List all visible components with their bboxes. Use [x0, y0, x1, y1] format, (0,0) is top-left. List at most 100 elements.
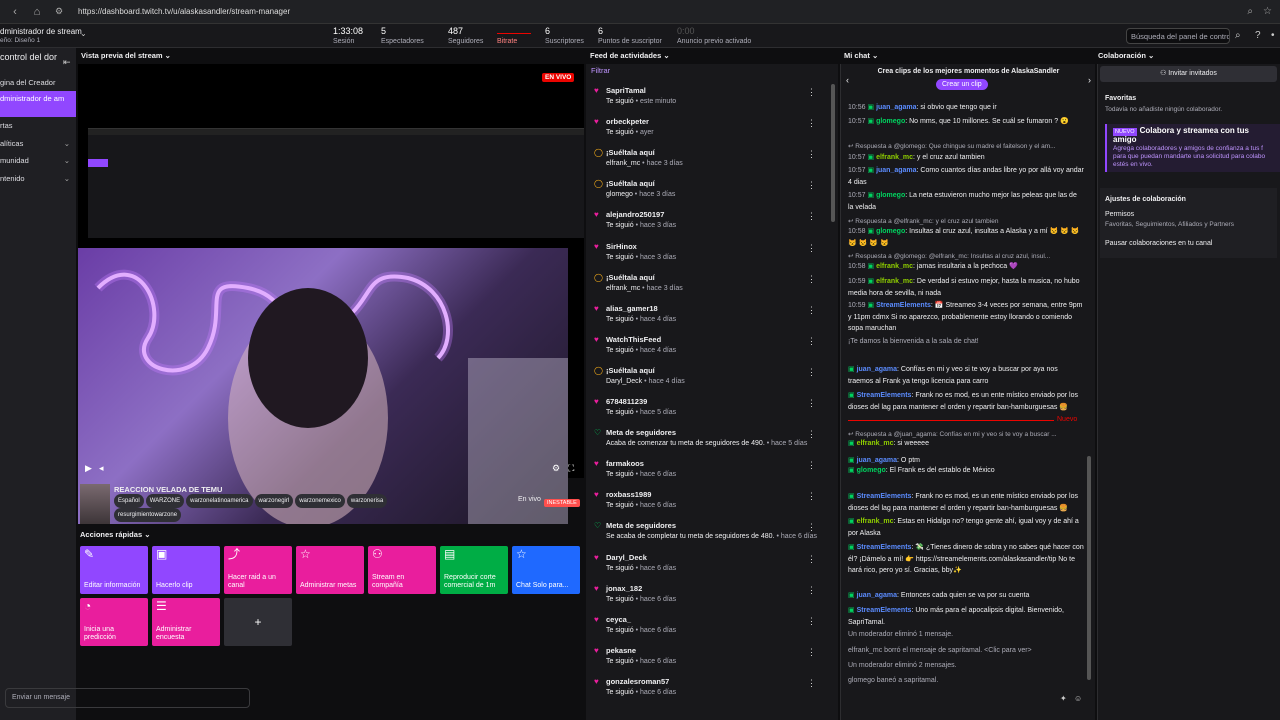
collapse-icon[interactable]: ⇤	[63, 57, 71, 68]
sidebar-item-content[interactable]: ntenido ⌄	[0, 172, 76, 186]
tag[interactable]: warzonelatinoamerica	[186, 494, 253, 508]
more-options-icon[interactable]: ⋮	[807, 274, 816, 285]
bookmark-icon[interactable]: ☆	[1263, 6, 1272, 17]
feed-item[interactable]: ♡ Meta de seguidores Se acaba de completar…	[586, 517, 822, 548]
quick-action-button[interactable]: ▤ Reproducir corte comercial de 1m	[440, 546, 508, 594]
more-options-icon[interactable]: ⋮	[807, 243, 816, 254]
feed-item[interactable]: ♥ jonax_182 Te siguió • hace 6 días ⋮	[586, 580, 822, 611]
chat-username[interactable]: elfrank_mc	[857, 518, 894, 525]
feed-item[interactable]: ◯ ¡Suéltala aquí Daryl_Deck • hace 4 días ⋮	[586, 362, 822, 393]
next-icon[interactable]: ›	[1088, 75, 1091, 85]
tag[interactable]: resurgimientowarzone	[114, 508, 182, 522]
chat-username[interactable]: juan_agama	[857, 592, 897, 599]
more-options-icon[interactable]: ⋮	[807, 87, 816, 98]
filter-link[interactable]: Filtrar	[591, 66, 610, 75]
feed-panel-header[interactable]: Feed de actividades ⌄	[590, 48, 670, 64]
chat-username[interactable]: glomego	[876, 118, 905, 125]
dashboard-search-input[interactable]: Búsqueda del panel de contro	[1126, 28, 1230, 44]
feed-item[interactable]: ♥ gonzalesroman57 Te siguió • hace 6 días ⋮	[586, 673, 822, 704]
feed-item[interactable]: ♥ Daryl_Deck Te siguió • hace 6 días ⋮	[586, 549, 822, 580]
more-options-icon[interactable]: ⋮	[807, 336, 816, 347]
chat-message[interactable]: ▣ juan_agama: Confías en mi y veo si te …	[848, 364, 1084, 387]
chat-username[interactable]: juan_agama	[876, 167, 916, 174]
chat-panel-header[interactable]: Mi chat ⌄	[844, 48, 878, 64]
collab-panel-header[interactable]: Colaboración ⌄	[1098, 48, 1154, 64]
prev-icon[interactable]: ‹	[846, 75, 849, 85]
feed-item[interactable]: ♥ roxbass1989 Te siguió • hace 6 días ⋮	[586, 486, 822, 517]
tag[interactable]: warzonemexico	[295, 494, 345, 508]
chat-username[interactable]: StreamElements	[857, 607, 912, 614]
sidebar-item-analytics[interactable]: alíticas ⌄	[0, 137, 76, 151]
more-options-icon[interactable]: ⋮	[807, 305, 816, 316]
quick-action-button[interactable]: ⚇ Stream en compañía	[368, 546, 436, 594]
settings-icon[interactable]: ⚙	[552, 463, 560, 474]
more-options-icon[interactable]: ⋮	[807, 522, 816, 533]
feed-item[interactable]: ◯ ¡Suéltala aquí elfrank_mc • hace 3 días ⋮	[586, 269, 822, 300]
feed-item[interactable]: ◯ ¡Suéltala aquí elfrank_mc • hace 3 días ⋮	[586, 144, 822, 175]
feed-item[interactable]: ♥ pekasne Te siguió • hace 6 días ⋮	[586, 642, 822, 673]
chat-message[interactable]: 10:57 ▣ glomego: No mms, que 10 millones…	[848, 116, 1084, 128]
chat-username[interactable]: elfrank_mc	[876, 263, 913, 270]
more-options-icon[interactable]: ⋮	[807, 180, 816, 191]
home-icon[interactable]: ⌂	[30, 6, 44, 18]
chat-message[interactable]: 10:57 ▣ glomego: La neta estuvieron much…	[848, 190, 1084, 213]
tag[interactable]: warzonegirl	[254, 494, 294, 508]
chat-message[interactable]: ▣ elfrank_mc: Estas en Hidalgo no? tengo…	[848, 516, 1084, 539]
chat-message[interactable]: ▣ glomego: El Frank es del establo de Mé…	[848, 465, 1084, 477]
more-options-icon[interactable]: ⋮	[807, 678, 816, 689]
feed-item[interactable]: ◯ ¡Suéltala aquí glomego • hace 3 días ⋮	[586, 175, 822, 206]
permissions-title[interactable]: Permisos	[1105, 211, 1134, 218]
chat-message[interactable]: ▣ StreamElements: 💸 ¿Tienes dinero de so…	[848, 542, 1084, 577]
chat-message[interactable]: 10:58 ▣ glomego: Insultas al cruz azul, …	[848, 226, 1084, 249]
more-options-icon[interactable]: ⋮	[807, 554, 816, 565]
create-clip-button[interactable]: Crear un clip	[936, 79, 988, 90]
search-icon[interactable]: ⌕	[1235, 30, 1241, 41]
preview-panel-header[interactable]: Vista previa del stream ⌄	[81, 48, 171, 64]
quick-action-button[interactable]: ☰ Administrar encuesta	[152, 598, 220, 646]
chat-username[interactable]: StreamElements	[857, 392, 912, 399]
chat-message[interactable]: 10:59 ▣ elfrank_mc: De verdad si estuvo …	[848, 276, 1084, 299]
feed-item[interactable]: ♥ 6784811239 Te siguió • hace 5 días ⋮	[586, 393, 822, 424]
quick-action-button[interactable]: ☆ Chat Solo para...	[512, 546, 580, 594]
chat-message[interactable]: 10:57 ▣ elfrank_mc: y el cruz azul tambi…	[848, 152, 1084, 164]
site-info-icon[interactable]: ⚙	[52, 6, 66, 17]
chat-username[interactable]: elfrank_mc	[876, 278, 913, 285]
chat-message[interactable]: ▣ juan_agama: Entonces cada quien se va …	[848, 590, 1084, 602]
more-options-icon[interactable]: ⋮	[807, 460, 816, 471]
bits-icon[interactable]: ✦	[1060, 694, 1067, 703]
tag[interactable]: Español	[114, 494, 144, 508]
chat-username[interactable]: glomego	[876, 228, 905, 235]
feed-scrollbar[interactable]	[831, 84, 835, 222]
chat-username[interactable]: elfrank_mc	[857, 440, 894, 447]
chat-message[interactable]: ▣ StreamElements: Frank no es mod, es un…	[848, 491, 1084, 514]
chat-message[interactable]: ▣ StreamElements: Frank no es mod, es un…	[848, 390, 1084, 413]
feed-item[interactable]: ♥ alias_gamer18 Te siguió • hace 4 días ⋮	[586, 300, 822, 331]
more-options-icon[interactable]: ⋮	[807, 211, 816, 222]
tag[interactable]: WARZONE	[145, 494, 185, 508]
quick-actions-header[interactable]: Acciones rápidas ⌄	[80, 530, 151, 539]
back-icon[interactable]: ‹	[8, 6, 22, 18]
invite-guests-button[interactable]: ⚇ Invitar invitados	[1100, 66, 1277, 82]
tag[interactable]: warzonerisa	[346, 494, 388, 508]
chat-input[interactable]: Enviar un mensaje	[5, 688, 250, 708]
more-options-icon[interactable]: ⋮	[807, 616, 816, 627]
more-options-icon[interactable]: ⋮	[807, 398, 816, 409]
url-field[interactable]: https://dashboard.twitch.tv/u/alaskasand…	[78, 7, 290, 16]
feed-item[interactable]: ♥ alejandro250197 Te siguió • hace 3 días ⋮	[586, 206, 822, 237]
chat-message[interactable]: 10:58 ▣ elfrank_mc: jamas insultaria a l…	[848, 261, 1084, 273]
sidebar-item-alerts[interactable]: rtas	[0, 119, 76, 133]
chat-username[interactable]: StreamElements	[876, 302, 931, 309]
chat-message[interactable]: ▣ StreamElements: Uno más para el apocal…	[848, 605, 1084, 628]
chat-username[interactable]: juan_agama	[857, 457, 897, 464]
feed-item[interactable]: ♥ SirHinox Te siguió • hace 3 días ⋮	[586, 238, 822, 269]
play-icon[interactable]: ▶	[85, 463, 92, 474]
quick-action-button[interactable]: +	[224, 598, 292, 646]
feed-item[interactable]: ♥ farmakoos Te siguió • hace 6 días ⋮	[586, 455, 822, 486]
emote-icon[interactable]: ☺	[1074, 694, 1082, 703]
more-options-icon[interactable]: ⋮	[807, 585, 816, 596]
pause-collabs-toggle[interactable]: Pausar colaboraciones en tu canal	[1105, 240, 1212, 247]
chat-username[interactable]: juan_agama	[857, 366, 897, 373]
more-options-icon[interactable]: ⋮	[807, 149, 816, 160]
sidebar-item-stream-manager[interactable]: dministrador de am	[0, 91, 76, 117]
chat-scrollbar[interactable]	[1087, 456, 1091, 680]
